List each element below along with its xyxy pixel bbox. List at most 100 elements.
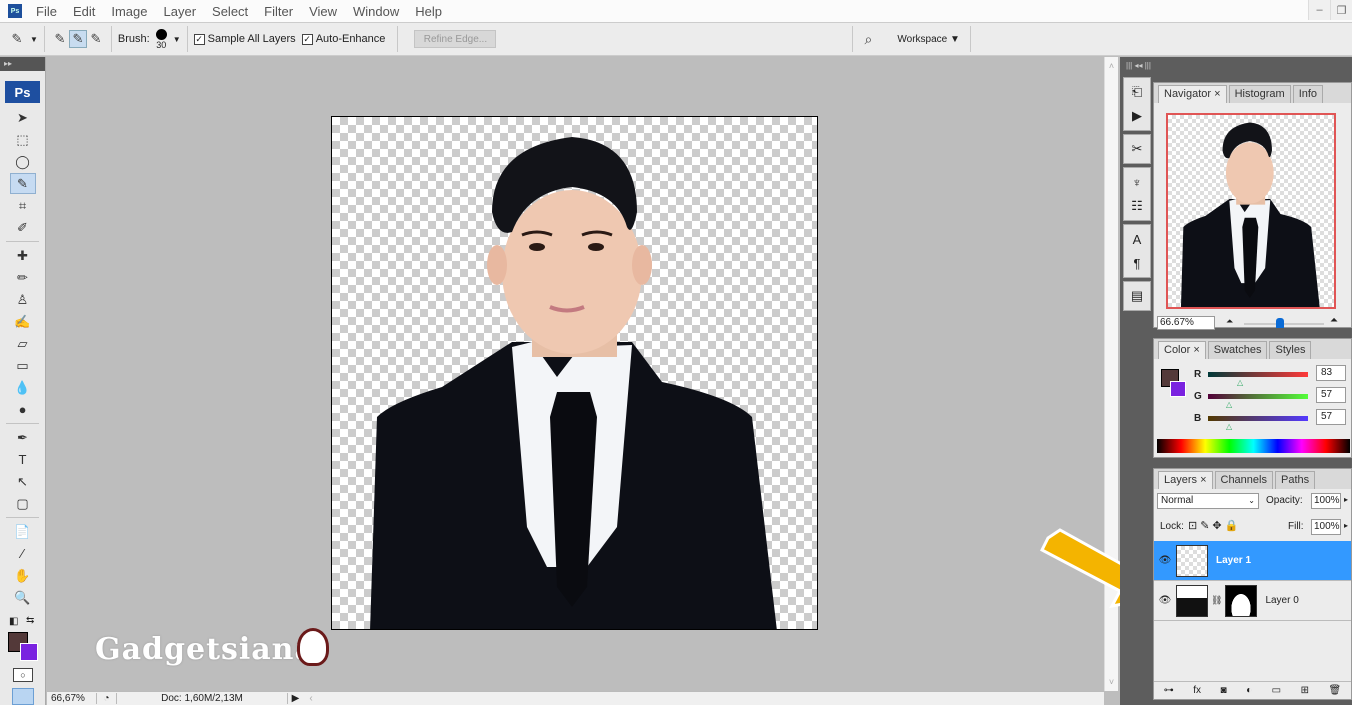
tab-styles[interactable]: Styles: [1269, 341, 1312, 359]
eye-icon[interactable]: 👁: [1154, 555, 1176, 566]
background-color-swatch[interactable]: [20, 643, 38, 661]
channel-value-input[interactable]: 57: [1316, 409, 1346, 425]
tab-info[interactable]: Info: [1292, 85, 1324, 103]
color-background-swatch[interactable]: [1170, 381, 1186, 397]
navigator-zoom-input[interactable]: 66.67%: [1157, 316, 1215, 330]
layer-mask-thumbnail[interactable]: [1225, 584, 1258, 617]
new-layer-icon[interactable]: ⊞: [1301, 685, 1309, 696]
tab-layers[interactable]: Layers ×: [1158, 471, 1213, 489]
fx-icon[interactable]: fx: [1193, 685, 1201, 696]
add-to-selection-icon[interactable]: ✎: [68, 30, 87, 48]
character-icon[interactable]: A: [1124, 227, 1150, 251]
refine-edge-button[interactable]: Refine Edge...: [414, 30, 497, 48]
dodge-tool[interactable]: ●: [10, 399, 36, 420]
tab-color[interactable]: Color ×: [1158, 341, 1206, 359]
navigator-preview[interactable]: [1166, 113, 1336, 309]
menu-window[interactable]: Window: [345, 4, 407, 19]
menu-select[interactable]: Select: [204, 4, 256, 19]
clone-stamp-tool[interactable]: ♙: [10, 289, 36, 310]
eraser-tool[interactable]: ▱: [10, 333, 36, 354]
fill-input[interactable]: 100%: [1311, 519, 1341, 535]
chevron-down-icon[interactable]: ▼: [173, 35, 181, 44]
workspace-browse-icon[interactable]: ⌕: [859, 30, 877, 48]
navigator-zoom-slider[interactable]: [1244, 318, 1324, 328]
path-selection-tool[interactable]: ↖: [10, 471, 36, 492]
scroll-left-icon[interactable]: ‹: [303, 693, 319, 704]
menu-help[interactable]: Help: [407, 4, 450, 19]
new-selection-icon[interactable]: ✎: [51, 30, 69, 48]
link-icon[interactable]: ⊶: [1164, 685, 1174, 696]
crop-tool[interactable]: ⌗: [10, 195, 36, 216]
blur-tool[interactable]: 💧: [10, 377, 36, 398]
brushes-icon[interactable]: ♆: [1124, 170, 1150, 194]
hand-tool[interactable]: ✋: [10, 565, 36, 586]
dock-collapse-handle[interactable]: ||| ◂◂ |||: [1120, 57, 1352, 75]
lock-icons[interactable]: ⊡✎✥🔒: [1188, 519, 1241, 532]
actions-icon[interactable]: ▶: [1124, 104, 1150, 128]
channel-slider[interactable]: △: [1208, 416, 1308, 431]
menu-edit[interactable]: Edit: [65, 4, 103, 19]
eyedropper-tool[interactable]: ⁄: [10, 543, 36, 564]
tab-paths[interactable]: Paths: [1274, 471, 1316, 489]
status-menu-arrow-icon[interactable]: ▶: [287, 693, 303, 704]
subtract-from-selection-icon[interactable]: ✎: [87, 30, 105, 48]
zoom-out-icon[interactable]: ⏶: [1226, 316, 1233, 327]
adjustment-icon[interactable]: ◐: [1246, 685, 1252, 696]
slider-thumb-icon[interactable]: △: [1226, 422, 1232, 431]
minimize-button[interactable]: –: [1308, 0, 1330, 20]
zoom-in-icon[interactable]: ⏶: [1330, 315, 1338, 326]
restore-button[interactable]: ❐: [1330, 0, 1352, 20]
zoom-tool[interactable]: 🔍: [10, 587, 36, 608]
slice-tool[interactable]: ✐: [10, 217, 36, 238]
history-brush-tool[interactable]: ✍: [10, 311, 36, 332]
slider-thumb[interactable]: [1276, 318, 1284, 328]
channel-value-input[interactable]: 83: [1316, 365, 1346, 381]
marquee-tool[interactable]: ⬚: [10, 129, 36, 150]
history-icon[interactable]: ⎗: [1124, 80, 1150, 104]
tool-preset-picker[interactable]: ✎: [8, 30, 26, 48]
notes-tool[interactable]: 📄: [10, 521, 36, 542]
slider-thumb-icon[interactable]: △: [1226, 400, 1232, 409]
menu-file[interactable]: File: [28, 4, 65, 19]
slider-thumb-icon[interactable]: △: [1237, 378, 1243, 387]
clone-source-icon[interactable]: ☷: [1124, 194, 1150, 218]
opacity-input[interactable]: 100%: [1311, 493, 1341, 509]
tab-histogram[interactable]: Histogram: [1228, 85, 1291, 103]
color-spectrum-bar[interactable]: [1157, 439, 1350, 453]
scroll-up-icon[interactable]: ˄: [1105, 61, 1118, 71]
workspace-button[interactable]: Workspace ▼: [897, 34, 960, 45]
quick-selection-tool[interactable]: ✎: [9, 173, 36, 194]
swap-colors-icon[interactable]: ⇆: [26, 615, 34, 626]
channel-slider[interactable]: △: [1208, 394, 1308, 409]
brush-tool[interactable]: ✏: [10, 267, 36, 288]
status-icon[interactable]: ◔: [97, 693, 117, 704]
fill-arrow-icon[interactable]: ▸: [1344, 521, 1348, 530]
layer-row[interactable]: 👁 ⛓ Layer 0: [1154, 581, 1351, 621]
blend-mode-select[interactable]: Normal ⌄: [1157, 493, 1259, 509]
eye-icon[interactable]: 👁: [1154, 595, 1176, 606]
menu-filter[interactable]: Filter: [256, 4, 301, 19]
chevron-down-icon[interactable]: ▼: [30, 35, 38, 44]
status-zoom[interactable]: 66,67%: [47, 693, 97, 704]
default-colors-icon[interactable]: ◧: [9, 616, 18, 627]
layer-comps-icon[interactable]: ▤: [1124, 284, 1150, 308]
mask-link-icon[interactable]: ⛓: [1211, 595, 1222, 606]
tab-channels[interactable]: Channels: [1214, 471, 1273, 489]
shape-tool[interactable]: ▢: [10, 493, 36, 514]
tab-swatches[interactable]: Swatches: [1207, 341, 1268, 359]
paragraph-icon[interactable]: ¶: [1124, 251, 1150, 275]
sample-all-layers-checkbox[interactable]: ✓ Sample All Layers: [193, 33, 296, 45]
folder-icon[interactable]: ▭: [1272, 685, 1281, 696]
type-tool[interactable]: T: [10, 449, 36, 470]
document-canvas[interactable]: [331, 116, 818, 630]
quick-mask-icon[interactable]: ○: [13, 668, 33, 682]
pen-tool[interactable]: ✒: [10, 427, 36, 448]
move-tool[interactable]: ➤: [10, 107, 36, 128]
channel-value-input[interactable]: 57: [1316, 387, 1346, 403]
layer-row[interactable]: 👁 Layer 1: [1154, 541, 1351, 581]
menu-image[interactable]: Image: [103, 4, 155, 19]
trash-icon[interactable]: 🗑: [1328, 685, 1341, 696]
healing-brush-tool[interactable]: ✚: [10, 245, 36, 266]
menu-view[interactable]: View: [301, 4, 345, 19]
tool-presets-icon[interactable]: ✂: [1124, 137, 1150, 161]
